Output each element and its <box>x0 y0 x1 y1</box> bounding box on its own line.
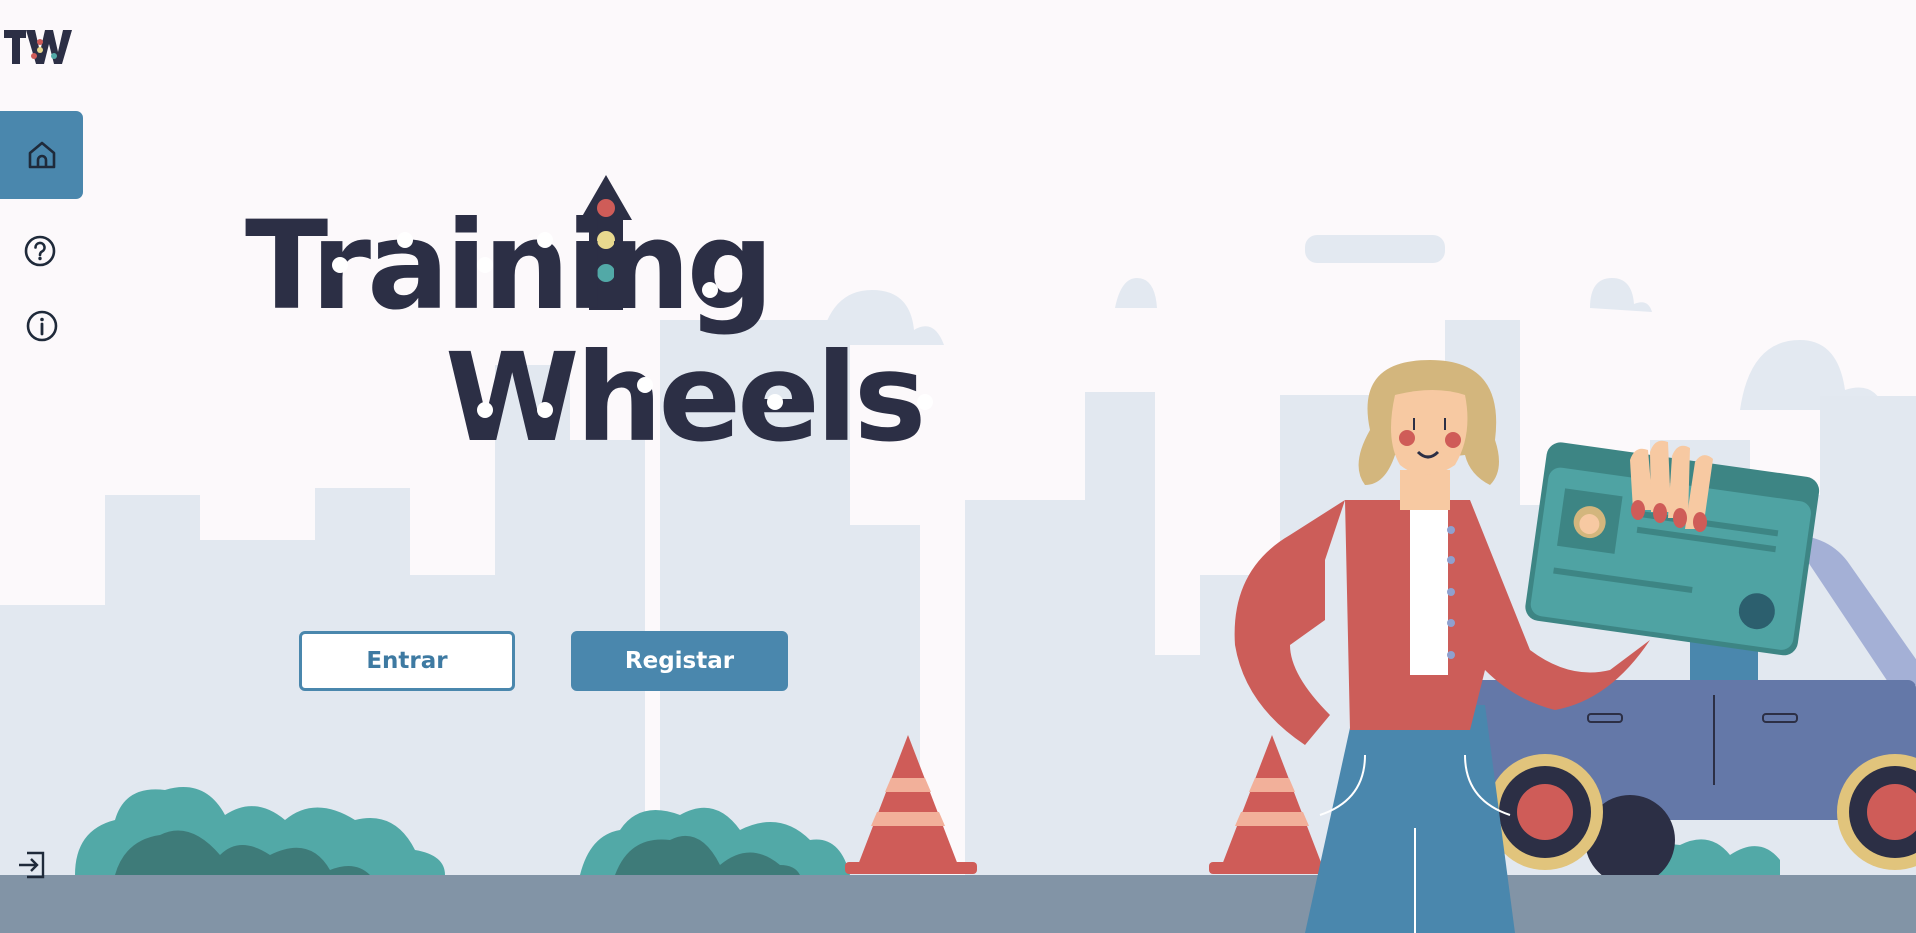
city-background-illustration <box>0 235 1916 933</box>
register-button[interactable]: Registar <box>571 631 788 691</box>
login-button[interactable]: Entrar <box>299 631 515 691</box>
sidebar-login-button[interactable] <box>16 849 48 881</box>
landing-page: TW <box>0 0 1916 933</box>
title-line-2: Wheels <box>445 327 922 460</box>
hero-title: Training Wheels <box>245 175 933 460</box>
login-icon <box>19 851 45 879</box>
sidebar-item-home[interactable] <box>0 111 83 199</box>
sidebar-item-help[interactable] <box>23 234 57 268</box>
logo-icon <box>4 30 72 64</box>
home-icon <box>28 141 55 169</box>
training-wheels-logo[interactable]: TW <box>4 26 76 66</box>
road <box>0 875 1916 933</box>
sidebar-item-about[interactable] <box>25 309 59 343</box>
clouds <box>820 235 1885 410</box>
title-line-1: Training <box>245 195 770 337</box>
sidebar: TW <box>0 0 84 933</box>
info-icon <box>26 310 58 342</box>
help-icon <box>24 235 56 267</box>
